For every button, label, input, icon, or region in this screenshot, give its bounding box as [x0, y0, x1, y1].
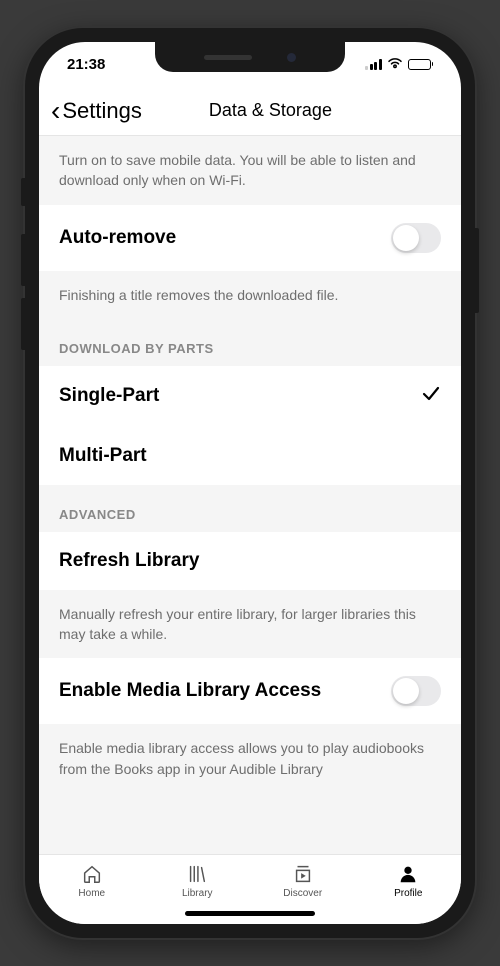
chevron-left-icon: ‹ — [51, 97, 60, 125]
tab-library[interactable]: Library — [145, 863, 251, 899]
hardware-buttons-left — [21, 178, 25, 362]
auto-remove-desc: Finishing a title removes the downloaded… — [39, 271, 461, 319]
tab-discover[interactable]: Discover — [250, 863, 356, 899]
screen: 21:38 ‹ Settings Data & Storage Turn on … — [39, 42, 461, 924]
battery-icon — [408, 59, 434, 70]
multi-part-row[interactable]: Multi-Part — [39, 427, 461, 485]
signal-icon — [365, 59, 382, 70]
multi-part-label: Multi-Part — [59, 445, 147, 467]
auto-remove-row[interactable]: Auto-remove — [39, 205, 461, 271]
download-parts-header: Download by Parts — [39, 319, 461, 366]
library-icon — [186, 863, 208, 885]
auto-remove-label: Auto-remove — [59, 227, 176, 249]
profile-icon — [397, 863, 419, 885]
auto-remove-toggle[interactable] — [391, 223, 441, 253]
advanced-header: Advanced — [39, 485, 461, 532]
page-title: Data & Storage — [92, 100, 449, 121]
home-indicator[interactable] — [185, 911, 315, 916]
refresh-library-desc: Manually refresh your entire library, fo… — [39, 590, 461, 659]
home-icon — [81, 863, 103, 885]
tab-discover-label: Discover — [283, 888, 322, 899]
status-time: 21:38 — [67, 56, 105, 73]
hardware-buttons-right — [475, 228, 479, 313]
nav-bar: ‹ Settings Data & Storage — [39, 86, 461, 136]
tab-home[interactable]: Home — [39, 863, 145, 899]
check-icon — [421, 384, 441, 409]
media-library-access-toggle[interactable] — [391, 676, 441, 706]
media-library-access-label: Enable Media Library Access — [59, 680, 321, 702]
phone-frame: 21:38 ‹ Settings Data & Storage Turn on … — [25, 28, 475, 938]
stream-download-desc: Turn on to save mobile data. You will be… — [39, 136, 461, 205]
refresh-library-label: Refresh Library — [59, 550, 199, 572]
settings-content[interactable]: Turn on to save mobile data. You will be… — [39, 136, 461, 854]
tab-home-label: Home — [78, 888, 105, 899]
media-library-access-row[interactable]: Enable Media Library Access — [39, 658, 461, 724]
media-library-access-desc: Enable media library access allows you t… — [39, 724, 461, 793]
tab-profile[interactable]: Profile — [356, 863, 462, 899]
wifi-icon — [387, 56, 403, 73]
single-part-label: Single-Part — [59, 385, 159, 407]
notch — [155, 42, 345, 72]
discover-icon — [292, 863, 314, 885]
single-part-row[interactable]: Single-Part — [39, 366, 461, 427]
tab-profile-label: Profile — [394, 888, 422, 899]
refresh-library-row[interactable]: Refresh Library — [39, 532, 461, 590]
tab-library-label: Library — [182, 888, 213, 899]
